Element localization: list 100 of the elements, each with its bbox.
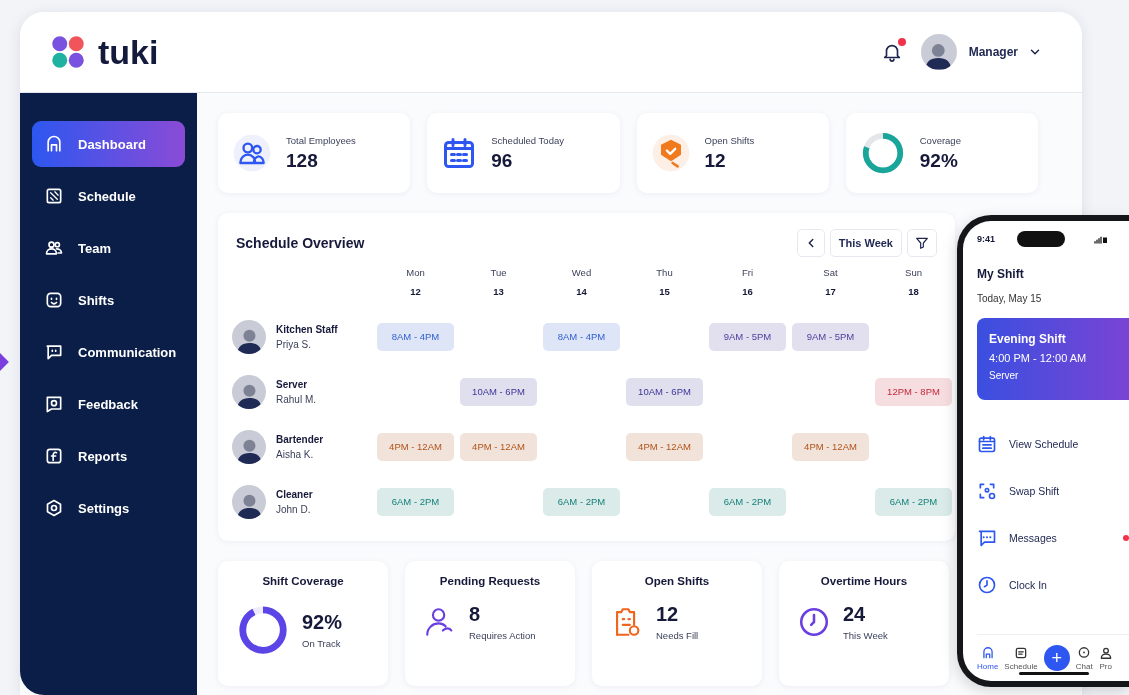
shift-chip: 6AM - 2PM — [709, 487, 786, 516]
filter-icon — [914, 235, 930, 251]
stat-label: Scheduled Today — [491, 134, 564, 146]
shift-chip: 6AM - 2PM — [377, 487, 454, 516]
day-name: Mon — [406, 267, 425, 278]
tab-bar-item[interactable]: Pro — [1098, 645, 1113, 671]
sidebar-item[interactable]: Settings — [32, 485, 185, 531]
menu-item[interactable]: Messages — [977, 514, 1129, 561]
coverage-ring — [236, 603, 290, 657]
add-button[interactable]: + — [1043, 645, 1070, 671]
shift-chip: 4PM - 12AM — [460, 432, 537, 461]
card-value: 92% — [302, 611, 343, 634]
day-date: 15 — [659, 286, 670, 297]
stat-label: Total Employees — [286, 134, 356, 146]
menu-item[interactable]: View Schedule — [977, 420, 1129, 467]
card-value: 8 — [469, 603, 482, 626]
logo-icon — [50, 34, 86, 70]
avatar — [232, 319, 266, 354]
employee-name: John D. — [276, 503, 312, 515]
shift-chip: 10AM - 6PM — [626, 377, 703, 406]
day-name: Thu — [656, 267, 673, 278]
employee-name: Priya S. — [276, 338, 312, 350]
card-title: Pending Requests — [438, 575, 542, 587]
avatar — [920, 34, 957, 70]
employee-role: Cleaner — [276, 488, 313, 500]
stat-value: 92% — [919, 149, 959, 172]
day-name: Tue — [490, 267, 507, 278]
card-note: This Week — [843, 630, 888, 641]
tab-bar-item[interactable]: Schedule — [1004, 645, 1038, 671]
stat-label: Coverage — [919, 134, 961, 146]
card-value: 24 — [843, 603, 867, 626]
sidebar-item[interactable]: Reports — [32, 433, 185, 479]
shift-chip: 4PM - 12AM — [792, 432, 869, 461]
sidebar-item[interactable]: Team — [32, 225, 185, 271]
shift-chip: 8AM - 4PM — [543, 322, 620, 351]
sidebar-item[interactable]: Feedback — [32, 381, 185, 427]
filter-button[interactable] — [907, 229, 937, 257]
face-badge-icon — [44, 290, 64, 310]
home-icon — [980, 645, 995, 660]
shift-chip: 9AM - 5PM — [709, 322, 786, 351]
status-time: 9:41 — [977, 234, 995, 244]
section-title: Schedule Overview — [236, 235, 365, 251]
logo-text: tuki — [98, 32, 159, 72]
avatar — [232, 429, 266, 464]
shift-chip: 8AM - 4PM — [377, 322, 454, 351]
stat-value: 128 — [286, 149, 319, 172]
shift-chip: 6AM - 2PM — [543, 487, 620, 516]
settings-icon — [44, 498, 64, 518]
shift-chip: 10AM - 6PM — [460, 377, 537, 406]
person-icon — [1098, 645, 1113, 660]
home-indicator — [1019, 672, 1089, 675]
employee-role: Kitchen Staff — [276, 323, 338, 335]
employee-name: Rahul M. — [276, 393, 316, 405]
day-date: 17 — [825, 286, 836, 297]
card-title: Shift Coverage — [261, 575, 345, 587]
camera-notch — [1017, 231, 1065, 247]
shift-chip: 12PM - 8PM — [875, 377, 952, 406]
day-name: Sun — [905, 267, 922, 278]
day-name: Wed — [571, 267, 592, 278]
feedback-icon — [44, 394, 64, 414]
shift-chip: 4PM - 12AM — [377, 432, 454, 461]
menu-item[interactable]: Clock In — [977, 561, 1129, 608]
shift-hours: 4:00 PM - 12:00 AM — [989, 352, 1088, 364]
sidebar-item[interactable]: Schedule — [32, 173, 185, 219]
clock-icon — [977, 574, 997, 595]
menu-item[interactable]: Swap Shift — [977, 467, 1129, 514]
stat-value: 96 — [491, 149, 514, 172]
people-icon — [232, 133, 272, 173]
week-selector[interactable]: This Week — [829, 229, 902, 257]
card-note: On Track — [302, 638, 342, 649]
card-title: Open Shifts — [643, 575, 711, 587]
stat-value: 12 — [704, 149, 727, 172]
day-name: Sat — [823, 267, 838, 278]
card-note: Needs Fill — [656, 630, 699, 641]
avatar — [232, 484, 266, 519]
day-date: 13 — [493, 286, 504, 297]
shift-chip: 4PM - 12AM — [626, 432, 703, 461]
report-icon — [44, 446, 64, 466]
sidebar-item[interactable]: Communication — [32, 329, 185, 375]
shift-role: Server — [989, 370, 1020, 381]
sidebar-item[interactable]: Dashboard — [32, 121, 185, 167]
shield-badge-icon — [650, 133, 691, 173]
shift-chip: 9AM - 5PM — [792, 322, 869, 351]
shift-chip: 6AM - 2PM — [875, 487, 952, 516]
day-name: Fri — [741, 267, 754, 278]
tab-bar-item[interactable]: Home — [977, 645, 999, 671]
day-date: 12 — [410, 286, 421, 297]
day-date: 16 — [742, 286, 753, 297]
screen-title: My Shift — [977, 267, 1025, 281]
sidebar-item[interactable]: Shifts — [32, 277, 185, 323]
clock-icon — [797, 605, 831, 639]
tab-bar-item[interactable]: Chat — [1075, 645, 1093, 671]
user-name: Manager — [968, 45, 1018, 59]
home-icon — [44, 134, 64, 154]
people-icon — [44, 238, 64, 258]
card-value: 12 — [656, 603, 680, 626]
employee-role: Bartender — [276, 433, 324, 445]
day-date: 18 — [908, 286, 919, 297]
card-title: Overtime Hours — [819, 575, 909, 587]
shift-title: Evening Shift — [989, 332, 1067, 346]
